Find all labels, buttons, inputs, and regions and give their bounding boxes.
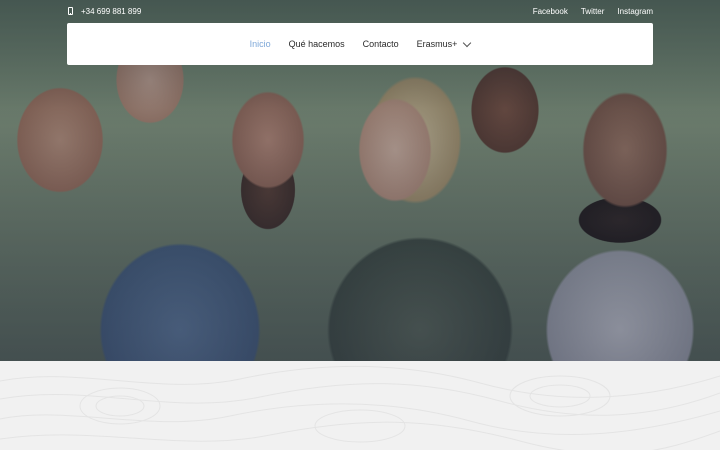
nav-item-erasmus[interactable]: Erasmus+ — [416, 38, 472, 49]
phone-icon — [68, 7, 73, 15]
topographic-pattern — [0, 365, 720, 450]
instagram-link[interactable]: Instagram — [617, 7, 653, 16]
nav-item-label: Inicio — [249, 39, 271, 49]
facebook-link[interactable]: Facebook — [533, 7, 568, 16]
phone-contact[interactable]: +34 699 881 899 — [68, 7, 141, 16]
content-section — [0, 361, 720, 450]
nav-item-label: Qué hacemos — [288, 39, 345, 49]
social-links: Facebook Twitter Instagram — [533, 7, 653, 16]
chevron-down-icon — [463, 38, 472, 47]
twitter-link[interactable]: Twitter — [581, 7, 605, 16]
nav-item-label: Erasmus+ — [416, 39, 458, 49]
top-bar: +34 699 881 899 Facebook Twitter Instagr… — [0, 0, 720, 22]
main-nav: Inicio Qué hacemos Contacto Erasmus+ — [67, 23, 653, 65]
phone-number: +34 699 881 899 — [81, 6, 142, 16]
nav-item-label: Contacto — [362, 39, 399, 49]
nav-item-inicio[interactable]: Inicio — [250, 39, 271, 49]
nav-item-contacto[interactable]: Contacto — [363, 39, 399, 49]
nav-item-que-hacemos[interactable]: Qué hacemos — [289, 39, 345, 49]
